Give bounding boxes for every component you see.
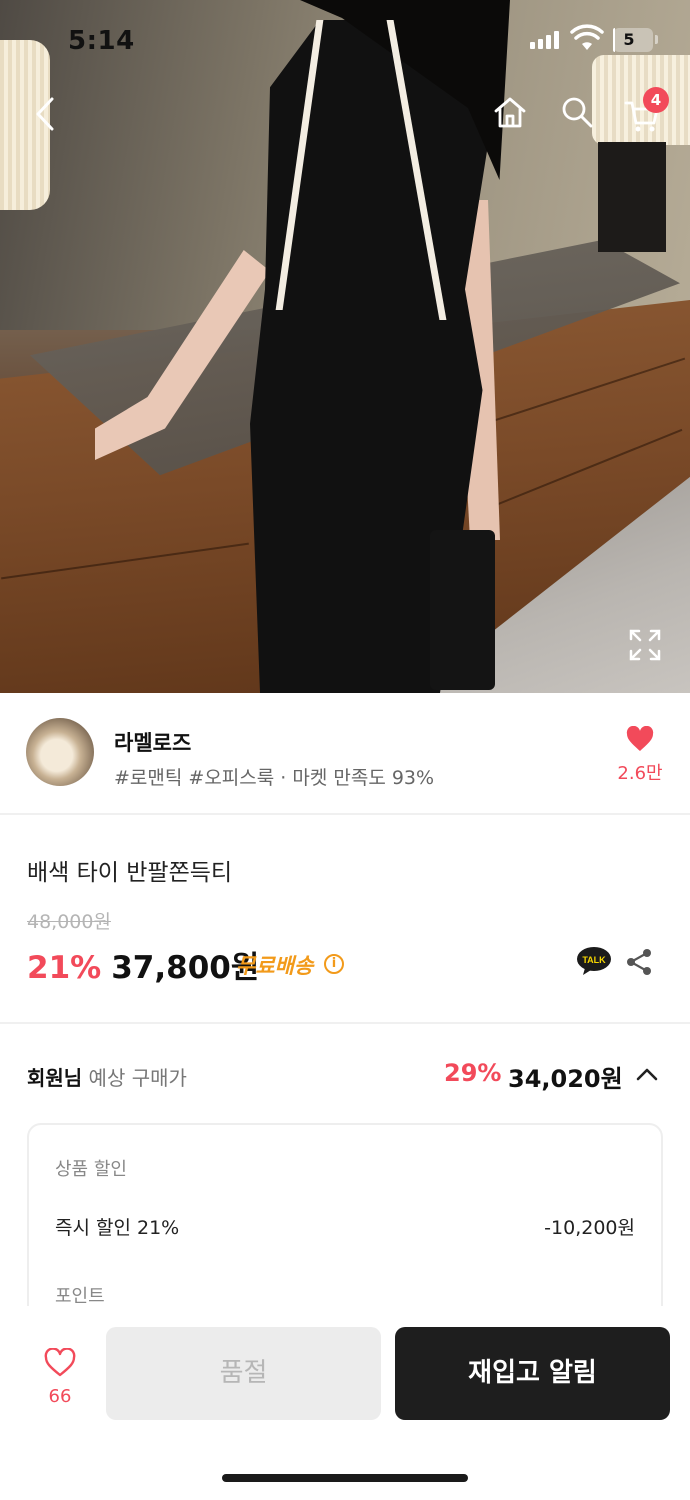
wifi-icon	[570, 24, 604, 50]
instant-discount-label: 즉시 할인 21%	[55, 1217, 180, 1239]
battery-tip	[655, 35, 658, 44]
price-row: 21% 37,800원	[27, 942, 259, 987]
search-icon	[562, 97, 593, 128]
seller-name[interactable]: 라멜로즈	[114, 727, 191, 757]
section-divider	[0, 1022, 690, 1024]
bottom-action-bar: 66 품절 재입고 알림	[0, 1306, 690, 1500]
svg-text:TALK: TALK	[582, 955, 606, 965]
battery-level: 5	[623, 30, 635, 49]
status-bar: 5:14 5	[0, 0, 690, 80]
heart-outline-icon[interactable]	[44, 1348, 76, 1378]
expand-icon[interactable]	[628, 628, 662, 662]
search-button[interactable]	[555, 90, 599, 134]
home-button[interactable]	[488, 90, 532, 134]
soldout-button: 품절	[106, 1327, 381, 1420]
member-label-rest: 예상 구매가	[82, 1066, 187, 1090]
product-discount-title: 상품 할인	[55, 1159, 127, 1180]
discount-rate: 21%	[27, 950, 102, 986]
chevron-up-icon[interactable]	[634, 1062, 660, 1088]
product-name: 배색 타이 반팔쫀득티	[27, 860, 233, 886]
seller-section[interactable]: 라멜로즈 #로맨틱 #오피스룩 · 마켓 만족도 93% 2.6만	[0, 693, 690, 815]
instant-discount-value: -10,200원	[544, 1217, 635, 1239]
seller-tags: #로맨틱 #오피스룩 · 마켓 만족도 93%	[114, 767, 435, 789]
battery-icon: 5	[613, 28, 653, 52]
free-shipping-label: 무료배송	[236, 954, 314, 978]
member-price: 34,020원	[508, 1065, 623, 1093]
points-title: 포인트	[55, 1286, 105, 1307]
seller-avatar[interactable]	[26, 718, 94, 786]
chevron-left-icon	[36, 97, 54, 131]
share-icon[interactable]	[624, 947, 654, 977]
signal-icon	[530, 31, 559, 49]
home-indicator[interactable]	[222, 1474, 468, 1482]
original-price: 48,000원	[27, 911, 111, 933]
back-button[interactable]	[24, 92, 68, 136]
image-lamp-base	[598, 142, 666, 252]
restock-alert-button[interactable]: 재입고 알림	[395, 1327, 670, 1420]
member-discount-rate: 29%	[444, 1059, 502, 1087]
heart-filled-icon[interactable]	[626, 726, 654, 752]
home-icon	[494, 97, 526, 128]
seller-favorite-count: 2.6만	[617, 763, 663, 784]
like-count: 66	[48, 1386, 72, 1407]
member-price-label: 회원님 예상 구매가	[27, 1062, 187, 1091]
cart-count-badge: 4	[643, 87, 669, 113]
member-label-bold: 회원님	[27, 1066, 83, 1090]
status-time: 5:14	[68, 26, 135, 56]
info-icon[interactable]: i	[324, 954, 344, 974]
kakao-talk-icon[interactable]: TALK	[576, 946, 612, 976]
image-handbag	[430, 530, 495, 690]
